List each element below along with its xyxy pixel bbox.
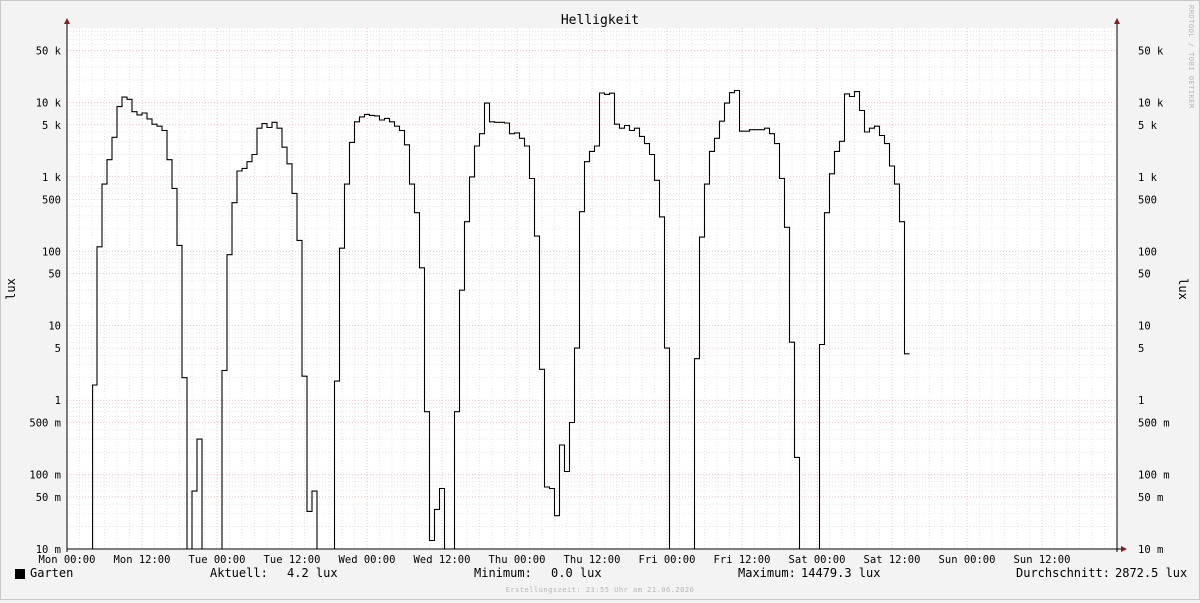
x-tick-label: Wed 12:00	[414, 554, 471, 566]
y-tick-label: 50	[48, 269, 61, 281]
x-tick-label: Fri 00:00	[639, 554, 696, 566]
y-tick-label: 10	[1138, 321, 1151, 333]
y-tick-label: 50	[1138, 269, 1151, 281]
chart-title: Helligkeit	[561, 13, 639, 28]
y-tick-label: 500	[1138, 194, 1157, 206]
x-tick-label: Tue 12:00	[264, 554, 321, 566]
y-tick-label: 500 m	[1138, 418, 1170, 430]
legend-series-name: Garten	[30, 566, 74, 580]
y-tick-label: 50 k	[36, 45, 62, 57]
y-tick-label: 100	[42, 246, 61, 258]
x-axis-labels: Mon 00:00 Mon 12:00 Tue 00:00 Tue 12:00 Wed …	[39, 554, 1071, 566]
x-tick-label: Sun 00:00	[939, 554, 996, 566]
x-axis-arrow	[1121, 546, 1127, 552]
y-axis-label-right: lux	[1176, 278, 1190, 300]
x-tick-label: Sun 12:00	[1014, 554, 1071, 566]
y-tick-label: 10 k	[1138, 97, 1164, 109]
y-axis-label-left: lux	[4, 278, 18, 300]
y-axis-arrow-left	[64, 18, 70, 24]
y-tick-label: 100 m	[29, 470, 61, 482]
y-tick-label: 1	[1138, 395, 1144, 407]
x-tick-label: Thu 00:00	[489, 554, 546, 566]
y-tick-label: 50 m	[1138, 492, 1163, 504]
legend-max-value: 14479.3 lux	[801, 566, 881, 580]
y-axis-arrow-right	[1114, 18, 1120, 24]
y-tick-label: 1 k	[1138, 172, 1158, 184]
legend-swatch	[15, 569, 25, 579]
y-tick-label: 5 k	[42, 120, 62, 132]
y-tick-label: 5 k	[1138, 120, 1158, 132]
x-tick-label: Sat 12:00	[864, 554, 921, 566]
x-tick-label: Sat 00:00	[789, 554, 846, 566]
y-tick-label: 10 k	[36, 97, 62, 109]
x-tick-label: Thu 12:00	[564, 554, 621, 566]
legend: Garten Aktuell: 4.2 lux Minimum: 0.0 lux…	[0, 566, 1200, 584]
y-tick-label: 10	[48, 321, 61, 333]
x-tick-label: Mon 00:00	[39, 554, 96, 566]
y-tick-label: 50 k	[1138, 45, 1164, 57]
y-tick-label: 1	[55, 395, 61, 407]
y-tick-label: 500 m	[29, 418, 61, 430]
legend-avg-label: Durchschnitt:	[1016, 566, 1110, 580]
y-tick-label: 10 m	[1138, 544, 1163, 556]
y-tick-label: 100 m	[1138, 470, 1170, 482]
legend-current-label: Aktuell:	[210, 566, 268, 580]
x-tick-label: Fri 12:00	[714, 554, 771, 566]
legend-current-value: 4.2 lux	[287, 566, 338, 580]
legend-avg-value: 2872.5 lux	[1115, 566, 1188, 580]
y-tick-label: 100	[1138, 246, 1157, 258]
x-tick-label: Tue 00:00	[189, 554, 246, 566]
watermark: RRDTOOL / TOBI OETIKER	[1187, 5, 1195, 109]
y-tick-label: 5	[1138, 343, 1144, 355]
y-tick-label: 50 m	[36, 492, 61, 504]
y-axis-left-labels: 10 m50 m100 m500 m1510501005001 k5 k10 k…	[29, 45, 61, 556]
legend-min-value: 0.0 lux	[551, 566, 602, 580]
y-tick-label: 500	[42, 194, 61, 206]
chart-svg: Helligkeit 10 m 50 m 100 m 500 m 1 5 10 50 100 50…	[4, 5, 1195, 566]
legend-max-label: Maximum:	[738, 566, 796, 580]
x-tick-label: Wed 00:00	[339, 554, 396, 566]
x-tick-label: Mon 12:00	[114, 554, 171, 566]
chart-frame: Helligkeit 10 m 50 m 100 m 500 m 1 5 10 50 100 50…	[0, 0, 1200, 600]
y-tick-label: 5	[55, 343, 61, 355]
y-tick-label: 1 k	[42, 172, 62, 184]
y-axis-right-labels: 10 m 50 m 100 m 500 m 1 5 10 50 100 500 1 k 5 k 10 k…	[1138, 45, 1170, 556]
creation-time-credit: Erstellungszeit: 23:55 Uhr am 21.06.2020	[505, 586, 695, 594]
legend-min-label: Minimum:	[474, 566, 532, 580]
